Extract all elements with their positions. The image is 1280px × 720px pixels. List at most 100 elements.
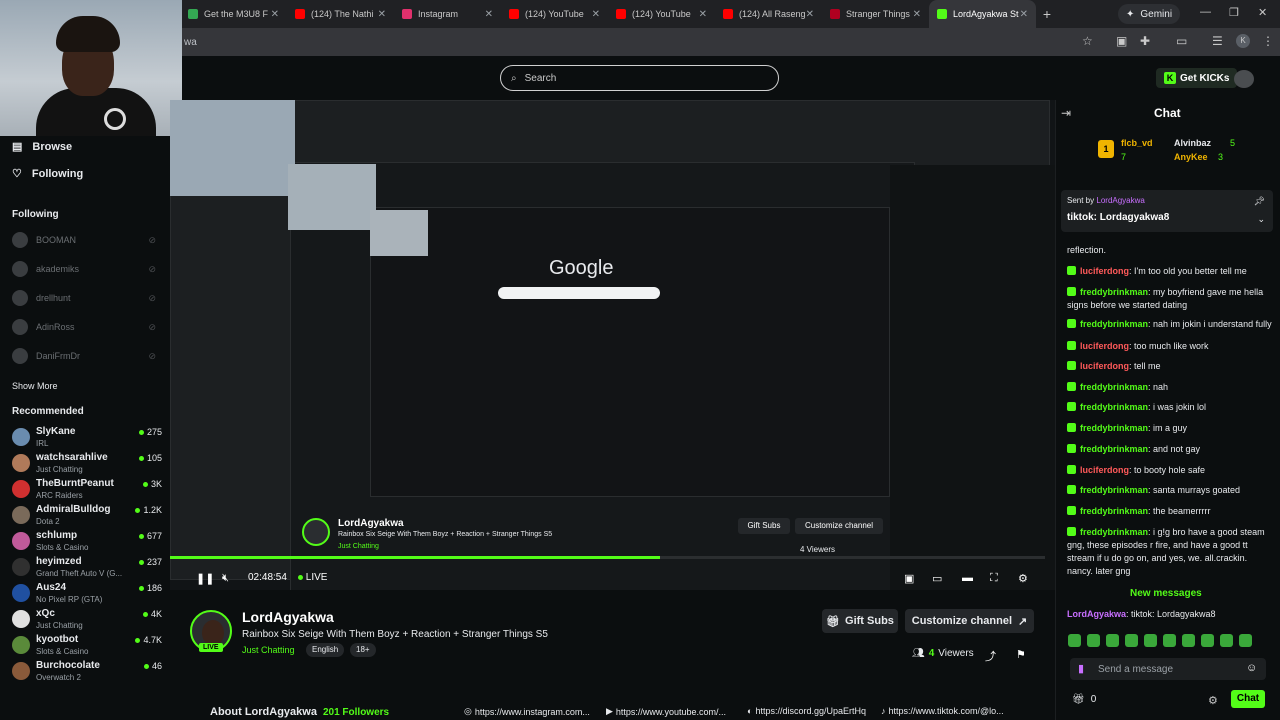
gift-subs-button[interactable]: 🎁︎ Gift Subs bbox=[822, 609, 898, 633]
gifter-name[interactable]: AnyKee bbox=[1174, 152, 1208, 162]
settings-icon[interactable]: ⚙ bbox=[1018, 572, 1028, 585]
video-player[interactable] bbox=[170, 100, 1055, 590]
side-panel-icon[interactable]: ▭ bbox=[1176, 34, 1187, 48]
clip-icon[interactable]: ▣ bbox=[904, 572, 914, 585]
more-menu-icon[interactable]: ⋮ bbox=[1262, 34, 1274, 48]
close-tab-icon[interactable]: ✕ bbox=[271, 9, 279, 20]
progress-bar[interactable] bbox=[170, 556, 1045, 559]
close-tab-icon[interactable]: ✕ bbox=[1020, 9, 1028, 20]
browser-tab[interactable]: (124) YouTube ✕ bbox=[501, 0, 608, 28]
browser-tab[interactable]: (124) YouTube ✕ bbox=[608, 0, 715, 28]
close-tab-icon[interactable]: ✕ bbox=[378, 9, 386, 20]
share-icon[interactable]: ⤴ bbox=[985, 648, 996, 664]
chat-username[interactable]: luciferdong bbox=[1080, 465, 1129, 475]
chat-username[interactable]: freddybrinkman bbox=[1080, 319, 1148, 329]
recommended-item[interactable]: AdmiralBulldog Dota 2 1.2K bbox=[12, 502, 162, 528]
emote-icon[interactable] bbox=[1144, 634, 1157, 647]
channel-points[interactable]: 🎁︎ 0 bbox=[1072, 694, 1096, 705]
emote-icon[interactable] bbox=[1125, 634, 1138, 647]
chat-send-button[interactable]: Chat bbox=[1231, 690, 1265, 708]
mute-icon[interactable]: 🔇︎ bbox=[222, 572, 229, 585]
theater-icon[interactable]: ▭ bbox=[932, 572, 942, 585]
browser-tab[interactable]: (124) The Nathi ✕ bbox=[287, 0, 394, 28]
user-report-icon[interactable]: ⚑ bbox=[1016, 648, 1026, 661]
recommended-item[interactable]: TheBurntPeanut ARC Raiders 3K bbox=[12, 476, 162, 502]
following-item[interactable]: AdinRoss ⊘ bbox=[12, 319, 162, 335]
category-link[interactable]: Just Chatting bbox=[242, 645, 295, 655]
recommended-item[interactable]: watchsarahlive Just Chatting 105 bbox=[12, 450, 162, 476]
profile-icon[interactable]: K bbox=[1236, 34, 1250, 48]
chat-username[interactable]: freddybrinkman bbox=[1080, 382, 1148, 392]
emote-icon[interactable] bbox=[1182, 634, 1195, 647]
chat-username[interactable]: freddybrinkman bbox=[1080, 506, 1148, 516]
tiktok-link[interactable]: ♪ https://www.tiktok.com/@lo... bbox=[881, 706, 1004, 716]
maximize-icon[interactable]: ❐ bbox=[1229, 6, 1239, 19]
collapse-chat-icon[interactable]: ⇥ bbox=[1061, 106, 1071, 120]
get-kicks-button[interactable]: K Get KICKs bbox=[1156, 68, 1238, 88]
recommended-item[interactable]: schlump Slots & Casino 677 bbox=[12, 528, 162, 554]
instagram-link[interactable]: ◎ https://www.instagram.com... bbox=[464, 706, 590, 717]
new-tab-icon[interactable]: + bbox=[1036, 6, 1058, 22]
fullscreen-icon[interactable]: ⛶ bbox=[990, 572, 998, 585]
recommended-item[interactable]: SlyKane IRL 275 bbox=[12, 424, 162, 450]
chat-username[interactable]: freddybrinkman bbox=[1080, 402, 1148, 412]
discord-link[interactable]: ◐ https://discord.gg/UpaErtHq bbox=[747, 706, 866, 716]
chat-username[interactable]: freddybrinkman bbox=[1080, 444, 1148, 454]
emote-icon[interactable] bbox=[1201, 634, 1214, 647]
recommended-item[interactable]: xQc Just Chatting 4K bbox=[12, 606, 162, 632]
nav-browse[interactable]: ▤ Browse bbox=[12, 140, 72, 154]
pinned-message[interactable]: Sent by LordAgyakwa tiktok: Lordagyakwa8… bbox=[1061, 190, 1273, 232]
bookmark-star-icon[interactable]: ☆ bbox=[1082, 34, 1093, 48]
chat-username[interactable]: freddybrinkman bbox=[1080, 423, 1148, 433]
emote-icon[interactable] bbox=[1163, 634, 1176, 647]
emoji-icon[interactable]: ☺ bbox=[1246, 662, 1257, 674]
miniplayer-icon[interactable]: ▬ bbox=[962, 572, 973, 584]
close-tab-icon[interactable]: ✕ bbox=[485, 9, 493, 20]
chat-username[interactable]: luciferdong bbox=[1080, 341, 1129, 351]
gifter-name[interactable]: flcb_vd bbox=[1121, 138, 1153, 148]
tag-language[interactable]: English bbox=[306, 643, 345, 657]
chat-username[interactable]: LordAgyakwa bbox=[1067, 609, 1126, 619]
chat-username[interactable]: freddybrinkman bbox=[1080, 287, 1148, 297]
tag-age[interactable]: 18+ bbox=[350, 643, 376, 657]
close-window-icon[interactable]: ✕ bbox=[1258, 6, 1267, 19]
new-messages-indicator[interactable]: New messages bbox=[1130, 588, 1202, 599]
channel-name[interactable]: LordAgyakwa bbox=[242, 609, 334, 625]
emote-icon[interactable] bbox=[1106, 634, 1119, 647]
browser-tab[interactable]: Instagram ✕ bbox=[394, 0, 501, 28]
browser-tab[interactable]: Stranger Things ✕ bbox=[822, 0, 929, 28]
browser-tab[interactable]: LordAgyakwa St ✕ bbox=[929, 0, 1036, 28]
browser-tab[interactable]: (124) All Raseng ✕ bbox=[715, 0, 822, 28]
recommended-item[interactable]: Aus24 No Pixel RP (GTA) 186 bbox=[12, 580, 162, 606]
youtube-link[interactable]: ▶ https://www.youtube.com/... bbox=[606, 706, 726, 717]
emote-icon[interactable] bbox=[1068, 634, 1081, 647]
nav-following[interactable]: ♡ Following bbox=[12, 167, 83, 181]
emote-icon[interactable] bbox=[1087, 634, 1100, 647]
send-message-input[interactable]: Send a message bbox=[1070, 658, 1266, 680]
following-item[interactable]: BOOMAN ⊘ bbox=[12, 232, 162, 248]
close-tab-icon[interactable]: ✕ bbox=[592, 9, 600, 20]
gemini-button[interactable]: ✦ Gemini bbox=[1118, 4, 1181, 24]
pin-icon[interactable]: 📌︎ bbox=[1254, 196, 1265, 207]
following-item[interactable]: akademiks ⊘ bbox=[12, 261, 162, 277]
chevron-down-icon[interactable]: ⌄ bbox=[1257, 214, 1265, 225]
search-input[interactable]: ⌕ Search bbox=[500, 65, 779, 91]
show-more-link[interactable]: Show More bbox=[12, 381, 58, 391]
extension-icon[interactable]: ▣ bbox=[1116, 34, 1127, 48]
browser-tab[interactable]: Get the M3U8 F ✕ bbox=[180, 0, 287, 28]
reading-list-icon[interactable]: ☰ bbox=[1212, 34, 1223, 48]
recommended-item[interactable]: kyootbot Slots & Casino 4.7K bbox=[12, 632, 162, 658]
chat-username[interactable]: luciferdong bbox=[1080, 266, 1129, 276]
following-item[interactable]: drellhunt ⊘ bbox=[12, 290, 162, 306]
emote-icon[interactable] bbox=[1239, 634, 1252, 647]
close-tab-icon[interactable]: ✕ bbox=[913, 9, 921, 20]
chat-username[interactable]: freddybrinkman bbox=[1080, 485, 1148, 495]
chat-username[interactable]: luciferdong bbox=[1080, 361, 1129, 371]
chat-settings-icon[interactable]: ⚙ bbox=[1208, 694, 1218, 707]
recommended-item[interactable]: Burchocolate Overwatch 2 46 bbox=[12, 658, 162, 684]
emote-icon[interactable] bbox=[1220, 634, 1233, 647]
chat-username[interactable]: freddybrinkman bbox=[1080, 527, 1148, 537]
following-item[interactable]: DaniFrmDr ⊘ bbox=[12, 348, 162, 364]
recommended-item[interactable]: heyimzed Grand Theft Auto V (G... 237 bbox=[12, 554, 162, 580]
close-tab-icon[interactable]: ✕ bbox=[699, 9, 707, 20]
